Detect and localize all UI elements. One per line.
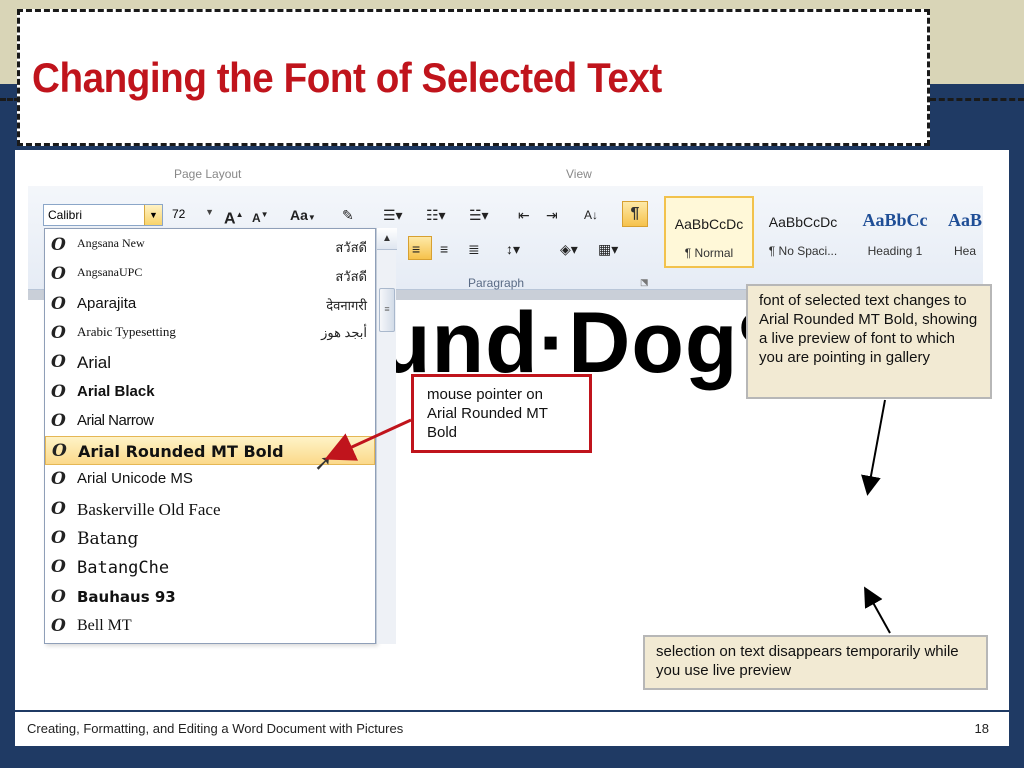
paragraph-group-label: Paragraph [468, 276, 525, 290]
font-list-item[interactable]: O AngsanaUPC สวัสดี [45, 260, 375, 289]
dialog-launcher-icon[interactable]: ⬔ [640, 277, 649, 288]
style-heading-2[interactable]: AaB Hea [940, 196, 983, 268]
font-list-item[interactable]: O Aparajita देवनागरी [45, 290, 375, 319]
font-type-icon: O [51, 410, 66, 431]
font-type-icon: O [51, 528, 66, 548]
font-type-icon: O [51, 293, 66, 314]
slide-title: Changing the Font of Selected Text [32, 54, 662, 101]
font-type-icon: O [51, 498, 66, 519]
right-dash-line [930, 98, 1024, 101]
font-list-item[interactable]: O BatangChe [45, 553, 375, 582]
style-no-spacing[interactable]: AaBbCcDc ¶ No Spaci... [758, 196, 848, 268]
line-spacing-icon[interactable]: ↕▾ [506, 238, 520, 260]
page-number: 18 [974, 721, 989, 736]
style-heading-1[interactable]: AaBbCc Heading 1 [850, 196, 940, 268]
font-type-icon: O [51, 557, 66, 578]
font-size-value: 72 [172, 207, 186, 221]
font-type-icon: O [51, 586, 66, 607]
font-name-value: Calibri [48, 208, 83, 222]
ribbon-tabs: Page Layout View [28, 160, 983, 186]
font-list-item[interactable]: O Bell MT [45, 612, 375, 641]
tab-view[interactable]: View [566, 167, 592, 181]
align-right-icon[interactable]: ≡ [440, 238, 448, 260]
font-type-icon: O [51, 352, 66, 373]
font-list-item-label: Bell MT [77, 616, 132, 634]
font-script-sample: देवनागरी [326, 297, 367, 313]
font-list-item[interactable]: O Angsana New สวัสดี [45, 231, 375, 260]
font-list-item-label: Bauhaus 93 [77, 587, 176, 606]
font-type-icon: O [51, 235, 66, 255]
font-list-item-label: Arial Black [77, 382, 155, 400]
mouse-pointer-icon: ➚ [314, 450, 333, 475]
font-name-box[interactable]: Calibri ▼ [43, 204, 163, 226]
font-list-item-label: Arial Rounded MT Bold [78, 442, 284, 462]
align-center-icon: ≡ [412, 241, 421, 257]
grow-font-button[interactable]: A▲ [224, 204, 243, 227]
font-type-icon: O [52, 441, 67, 462]
font-list-item-label: Arabic Typesetting [77, 323, 176, 339]
change-case-button[interactable]: Aa▼ [290, 204, 316, 226]
font-type-icon: O [51, 381, 66, 402]
decrease-indent-icon[interactable]: ⇤ [518, 204, 530, 226]
font-type-icon: O [51, 264, 66, 285]
font-list-item[interactable]: O Bauhaus 93 [45, 583, 375, 612]
font-list-item-label: BatangChe [77, 558, 170, 579]
footer-text: Creating, Formatting, and Editing a Word… [27, 721, 404, 736]
font-script-sample: สวัสดี [335, 240, 367, 255]
font-list-item-label: Arial [77, 353, 112, 373]
justify-icon[interactable]: ≣ [468, 238, 480, 260]
font-script-sample: أبجد هوز [321, 324, 367, 340]
numbering-icon[interactable]: ☷▾ [426, 204, 446, 226]
font-list-item-label: Angsana New [77, 236, 145, 250]
shading-icon[interactable]: ◈▾ [560, 238, 578, 260]
font-list-item[interactable]: O Batang [45, 524, 375, 553]
font-list-item-label: Arial Narrow [77, 411, 154, 429]
pilcrow-icon[interactable]: ¶ [622, 201, 648, 227]
style-normal[interactable]: AaBbCcDc ¶ Normal [664, 196, 754, 268]
tab-page-layout[interactable]: Page Layout [174, 167, 241, 181]
slide-footer: Creating, Formatting, and Editing a Word… [15, 710, 1009, 746]
font-list-item-label: Aparajita [77, 294, 137, 312]
font-list-item-label: Baskerville Old Face [77, 499, 221, 519]
multilevel-list-icon[interactable]: ☱▾ [469, 204, 489, 226]
font-type-icon: O [51, 322, 66, 343]
shrink-font-button[interactable]: A▼ [252, 204, 269, 226]
font-list-item[interactable]: O Baskerville Old Face [45, 495, 375, 524]
font-script-sample: สวัสดี [335, 269, 367, 285]
chevron-down-icon[interactable]: ▼ [205, 207, 214, 217]
borders-icon[interactable]: ▦▾ [598, 238, 618, 260]
font-gallery[interactable]: O Angsana New สวัสดี O AngsanaUPC สวัสดี O Apar… [44, 228, 376, 644]
font-type-icon: O [51, 615, 66, 636]
font-list-item[interactable]: O Arial Narrow [45, 407, 375, 436]
font-gallery-scrollbar[interactable]: ▲ ≡ [376, 228, 397, 644]
title-box: Changing the Font of Selected Text [17, 9, 930, 146]
font-type-icon: O [51, 469, 66, 490]
callout-selection: selection on text disappears temporarily… [643, 635, 988, 690]
bullets-icon[interactable]: ☰▾ [383, 204, 403, 226]
scroll-up-arrow-icon[interactable]: ▲ [377, 228, 397, 250]
sort-icon[interactable]: A↓ [584, 204, 598, 226]
clear-format-icon[interactable]: ✎ [342, 204, 354, 226]
font-list-item-label: Arial Unicode MS [77, 470, 193, 488]
callout-mouse-pointer: mouse pointer on Arial Rounded MT Bold [411, 374, 592, 453]
increase-indent-icon[interactable]: ⇥ [546, 204, 558, 226]
font-list-item[interactable]: O Arial Black [45, 378, 375, 407]
font-list-item-label: Batang [77, 529, 139, 549]
callout-live-preview: font of selected text changes to Arial R… [746, 284, 992, 399]
chevron-down-icon[interactable]: ▼ [144, 205, 162, 225]
font-size-box[interactable]: 72 ▼ [168, 204, 214, 226]
font-list-item[interactable]: O Arial [45, 348, 375, 377]
scrollbar-thumb[interactable]: ≡ [379, 288, 395, 332]
font-list-item-label: AngsanaUPC [77, 265, 143, 280]
font-list-item[interactable]: O Arabic Typesetting أبجد هوز [45, 319, 375, 348]
